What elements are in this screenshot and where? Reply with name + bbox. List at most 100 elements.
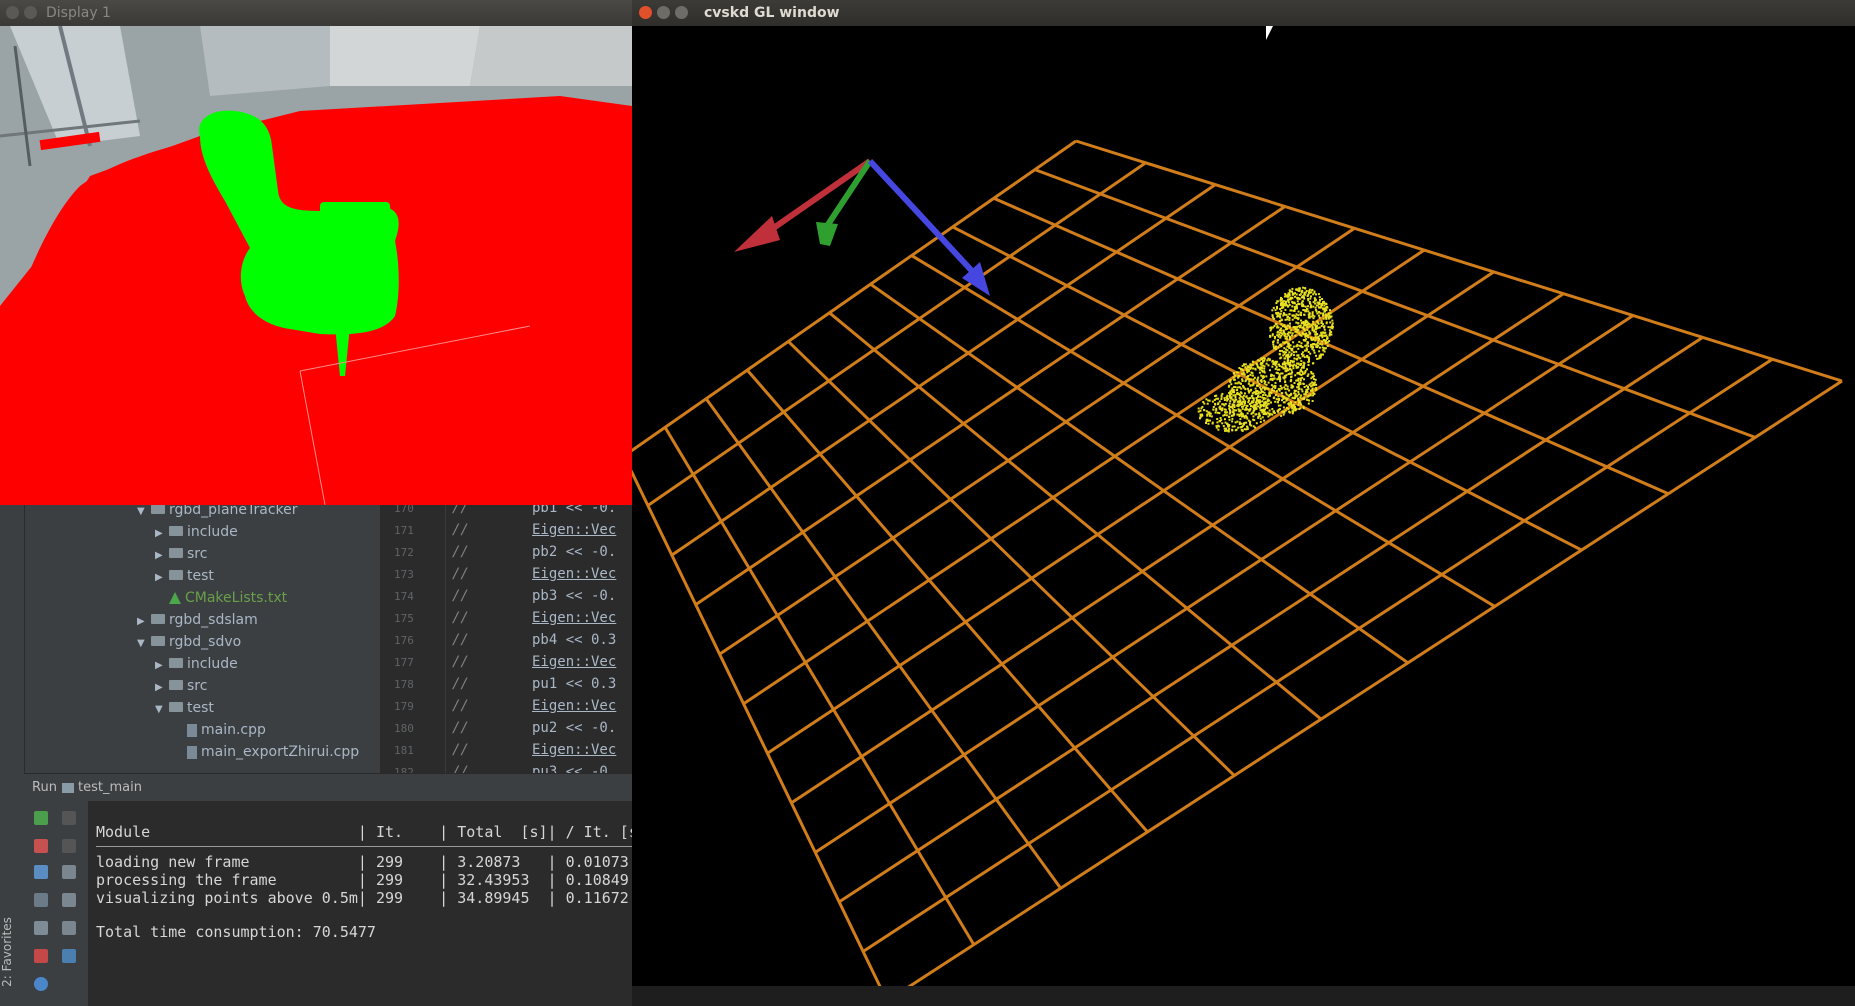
pause-icon[interactable] xyxy=(34,865,48,879)
file-icon xyxy=(187,745,197,759)
tree-item[interactable]: main_exportZhirui.cpp xyxy=(173,744,359,760)
tree-item[interactable]: CMakeLists.txt xyxy=(155,590,287,606)
code-comment: // xyxy=(452,676,469,692)
expand-right-icon[interactable]: ▶ xyxy=(137,616,151,627)
expand-down-icon[interactable]: ▼ xyxy=(137,638,151,649)
grid-line xyxy=(718,227,1356,656)
close-button[interactable] xyxy=(639,6,652,19)
gl-scene xyxy=(622,139,1843,1003)
rerun-icon[interactable] xyxy=(34,811,48,825)
run-toolbar xyxy=(24,801,88,1006)
scroll-down-icon[interactable] xyxy=(62,839,76,853)
close-button[interactable] xyxy=(6,6,19,19)
help-icon[interactable] xyxy=(34,977,48,991)
code-comment: // xyxy=(452,742,469,758)
line-number: 172 xyxy=(394,546,414,559)
code-comment: // xyxy=(452,566,469,582)
line-number: 178 xyxy=(394,678,414,691)
folder-icon xyxy=(169,658,183,668)
tree-item[interactable]: ▶ include xyxy=(155,656,238,672)
gl-canvas[interactable] xyxy=(622,26,1855,1003)
line-number: 180 xyxy=(394,722,414,735)
tree-item[interactable]: ▼ rgbd_planeTracker xyxy=(137,505,298,518)
expand-right-icon[interactable]: ▶ xyxy=(155,528,169,539)
scroll-up-icon[interactable] xyxy=(62,811,76,825)
scroll-end-icon[interactable] xyxy=(62,893,76,907)
line-number: 182 xyxy=(394,766,414,773)
tree-item[interactable]: ▶ src xyxy=(155,678,207,694)
console-row: visualizing points above 0.5m| 299 | 34.… xyxy=(96,889,629,907)
folder-icon xyxy=(151,505,165,514)
expand-down-icon[interactable]: ▼ xyxy=(155,704,169,715)
folder-icon xyxy=(169,702,183,712)
gl-bottom-strip xyxy=(632,986,1855,1006)
editor-gutter-divider xyxy=(445,505,446,773)
code-comment: // xyxy=(452,588,469,604)
z-axis-line xyxy=(867,158,975,274)
tree-item[interactable]: ▶ src xyxy=(155,546,207,562)
console-total: Total time consumption: 70.5477 xyxy=(96,923,376,941)
tree-item-label: test xyxy=(187,568,214,584)
tree-item[interactable]: ▶ rgbd_sdslam xyxy=(137,612,258,628)
file-icon xyxy=(187,723,197,737)
close-run-icon[interactable] xyxy=(34,949,48,963)
minimize-button[interactable] xyxy=(24,6,37,19)
run-tab-header[interactable]: Run test_main xyxy=(24,773,632,802)
expand-right-icon[interactable]: ▶ xyxy=(155,660,169,671)
tree-item[interactable]: main.cpp xyxy=(173,722,266,738)
expand-down-icon[interactable]: ▼ xyxy=(137,506,151,517)
mouse-cursor-icon xyxy=(1266,26,1273,40)
tree-item-label: test xyxy=(187,700,214,716)
code-comment: // xyxy=(452,610,469,626)
tree-item[interactable]: ▼ rgbd_sdvo xyxy=(137,634,241,650)
tree-item-label: src xyxy=(187,546,208,562)
tree-item-label: CMakeLists.txt xyxy=(185,590,288,606)
x-axis-line xyxy=(760,158,872,239)
code-text: Eigen::Vec xyxy=(532,522,617,538)
stop-icon[interactable] xyxy=(34,839,48,853)
folder-icon xyxy=(169,526,183,536)
console-output[interactable]: Module | It. | Total [s]| / It. [s loadi… xyxy=(88,801,632,1006)
folder-icon xyxy=(169,548,183,558)
tree-item[interactable]: ▶ include xyxy=(155,524,238,540)
minimize-button[interactable] xyxy=(657,6,670,19)
tree-item[interactable]: ▶ test xyxy=(155,568,214,584)
x-axis-head xyxy=(734,216,780,252)
grid-line xyxy=(814,314,1634,854)
grid-line xyxy=(663,426,976,946)
grid-line xyxy=(742,248,1426,705)
grid-line xyxy=(704,397,1062,890)
code-comment: // xyxy=(452,632,469,648)
tree-item-label: rgbd_sdvo xyxy=(169,634,242,650)
favorites-tab[interactable]: 2: Favorites xyxy=(0,905,22,1005)
project-tree: ▼ rgbd_planeTracker ▶ include ▶ src ▶ test CMake… xyxy=(25,505,380,775)
tree-item-label: main.cpp xyxy=(201,722,266,738)
line-number: 171 xyxy=(394,524,414,537)
gl-window-title: cvskd GL window xyxy=(704,5,840,21)
code-comment: // xyxy=(452,698,469,714)
y-axis-line xyxy=(824,159,873,228)
expand-right-icon[interactable]: ▶ xyxy=(155,572,169,583)
code-text: pb4 << 0.3 xyxy=(532,632,617,648)
expand-right-icon[interactable]: ▶ xyxy=(155,682,169,693)
run-config-name: test_main xyxy=(78,780,142,795)
soft-wrap-icon[interactable] xyxy=(62,865,76,879)
folder-icon xyxy=(169,570,183,580)
pin-icon[interactable] xyxy=(34,921,48,935)
point-cloud xyxy=(1197,286,1334,433)
print-icon[interactable] xyxy=(62,921,76,935)
line-number: 175 xyxy=(394,612,414,625)
tree-item[interactable]: ▼ test xyxy=(155,700,214,716)
code-editor[interactable]: 170//pb1 << -0. 171//Eigen::Vec 172//pb2 <… xyxy=(380,505,632,773)
gl-window-titlebar[interactable]: cvskd GL window xyxy=(632,0,1855,26)
tree-item-label: main_exportZhirui.cpp xyxy=(201,744,360,760)
trash-icon[interactable] xyxy=(62,949,76,963)
folder-icon xyxy=(169,680,183,690)
display-window-titlebar[interactable]: Display 1 xyxy=(0,0,632,26)
grid-line xyxy=(622,455,889,1002)
tree-item-label: include xyxy=(187,656,238,672)
run-label: Run xyxy=(32,780,57,795)
expand-right-icon[interactable]: ▶ xyxy=(155,550,169,561)
layout-icon[interactable] xyxy=(34,893,48,907)
maximize-button[interactable] xyxy=(675,6,688,19)
